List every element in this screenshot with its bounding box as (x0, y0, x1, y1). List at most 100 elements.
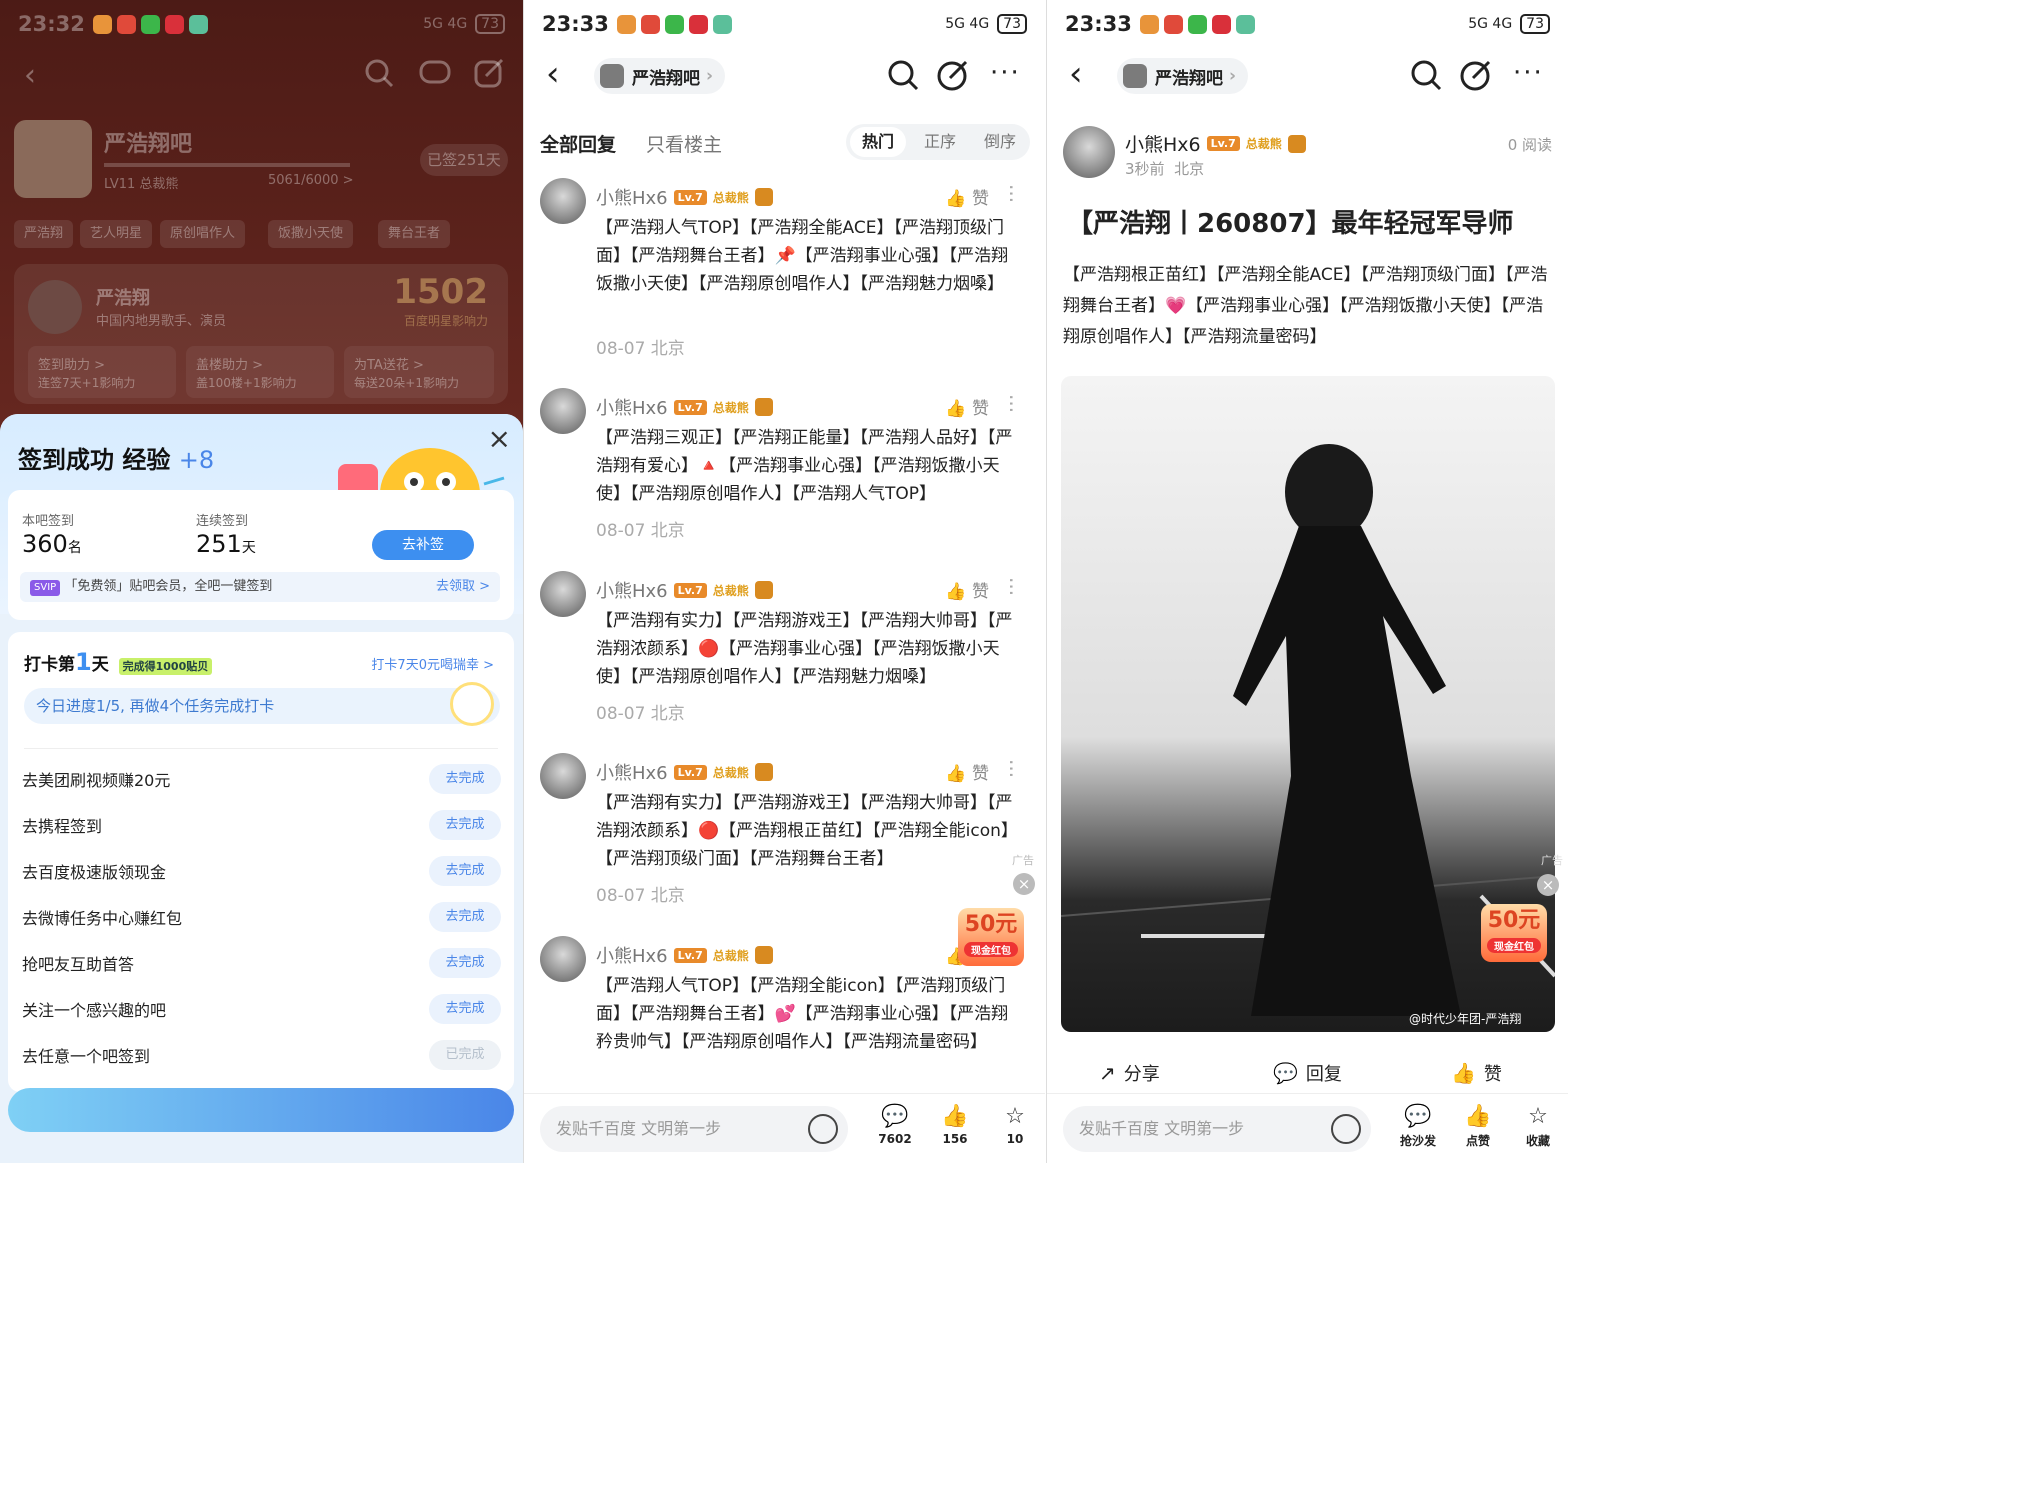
task-button[interactable]: 去完成 (429, 810, 501, 840)
avatar[interactable] (540, 178, 586, 224)
task-button[interactable]: 去完成 (429, 994, 501, 1024)
boost-flower[interactable]: 为TA送花 > 每送20朵+1影响力 (344, 346, 494, 398)
confirm-button[interactable] (8, 1088, 514, 1132)
task-button[interactable]: 去完成 (429, 856, 501, 886)
reply-text: 【严浩翔有实力】【严浩翔游戏王】【严浩翔大帅哥】【严浩翔浓颜系】🔴【严浩翔根正苗… (596, 793, 1018, 869)
task-button[interactable]: 去完成 (429, 902, 501, 932)
edit-icon[interactable] (936, 58, 970, 92)
level-badge: Lv.7 (673, 947, 707, 963)
task-row: 去美团刷视频赚20元 去完成 (22, 756, 501, 802)
like-button[interactable]: 👍 赞 (945, 759, 989, 784)
task-label: 去携程签到 (22, 817, 103, 836)
search-icon[interactable] (886, 58, 920, 92)
edit-icon[interactable] (1459, 58, 1493, 92)
task-button[interactable]: 去完成 (429, 948, 501, 978)
avatar[interactable] (540, 936, 586, 982)
reply-user: 小熊Hx6 Lv.7 总裁熊 (596, 394, 773, 420)
username[interactable]: 小熊Hx6 (596, 942, 668, 968)
tab-op-only[interactable]: 只看楼主 (646, 130, 722, 157)
sort-hot[interactable]: 热门 (850, 127, 906, 157)
forum-pill[interactable]: 严浩翔吧 › (1117, 58, 1249, 94)
edit-icon[interactable] (472, 56, 506, 90)
message-icon[interactable] (418, 56, 452, 90)
like-icon: 👍 (1451, 1061, 1476, 1085)
checkin-link[interactable]: 打卡7天0元喝瑞幸 > (371, 654, 494, 673)
like-button[interactable]: 👍 赞 (945, 184, 989, 209)
author-avatar[interactable] (1063, 126, 1115, 178)
rank-number: 360 (22, 530, 68, 558)
crown-icon (754, 946, 773, 964)
like-button[interactable]: 👍 点赞 (1455, 1102, 1501, 1149)
chip-5[interactable]: 舞台王者 (378, 220, 451, 248)
red-packet-ad[interactable]: 50元 现金红包 (958, 908, 1024, 966)
more-icon[interactable]: ··· (999, 394, 1023, 413)
sofa-button[interactable]: 💬 抢沙发 (1395, 1102, 1441, 1149)
comment-button[interactable]: 💬 7602 (872, 1102, 918, 1146)
share-button[interactable]: ↗ 分享 (1099, 1060, 1160, 1086)
like-button[interactable]: 👍 赞 (945, 577, 989, 602)
like-icon: 👍 (941, 1104, 969, 1129)
avatar[interactable] (540, 388, 586, 434)
back-icon[interactable]: ‹ (1069, 54, 1083, 94)
task-row: 关注一个感兴趣的吧 去完成 (22, 986, 501, 1032)
status-time: 23:33 (542, 12, 609, 36)
task-button[interactable]: 去完成 (429, 764, 501, 794)
reply-input[interactable]: 发贴千百度 文明第一步 (540, 1106, 848, 1152)
vip-link[interactable]: 去领取 > (436, 572, 490, 602)
more-icon[interactable]: ··· (999, 184, 1023, 203)
like-button[interactable]: 👍 赞 (1451, 1060, 1502, 1086)
tab-all-replies[interactable]: 全部回复 (540, 130, 616, 157)
streak-label: 连续签到 (196, 514, 249, 529)
red-packet-ad[interactable]: 50元 现金红包 (1481, 904, 1547, 962)
like-count: 156 (942, 1132, 968, 1146)
more-icon[interactable]: ··· (990, 58, 1021, 88)
close-ad-icon[interactable]: × (1013, 873, 1035, 895)
emoji-icon[interactable] (1331, 1114, 1361, 1144)
close-ad-icon[interactable]: × (1537, 874, 1559, 896)
avatar[interactable] (540, 753, 586, 799)
chip-4[interactable]: 饭撒小天使 (268, 220, 354, 248)
forum-pill[interactable]: 严浩翔吧 › (594, 58, 726, 94)
like-label: 赞 (972, 582, 989, 602)
username[interactable]: 小熊Hx6 (596, 184, 668, 210)
username[interactable]: 小熊Hx6 (596, 577, 668, 603)
author-line: 小熊Hx6 Lv.7 总裁熊 (1125, 130, 1306, 157)
makeup-button[interactable]: 去补签 (372, 530, 474, 560)
avatar[interactable] (540, 571, 586, 617)
reply-input[interactable]: 发贴千百度 文明第一步 (1063, 1106, 1371, 1152)
boost-floor[interactable]: 盖楼助力 > 盖100楼+1影响力 (186, 346, 334, 398)
back-icon[interactable]: ‹ (546, 54, 560, 94)
sort-asc[interactable]: 正序 (912, 127, 968, 157)
back-icon[interactable]: ‹ (24, 58, 36, 93)
forum-exp[interactable]: 5061/6000 > (268, 173, 354, 188)
more-icon[interactable]: ··· (999, 577, 1023, 596)
share-label: 分享 (1123, 1064, 1160, 1085)
task-row: 去百度极速版领现金 去完成 (22, 848, 501, 894)
reply-button[interactable]: 💬 回复 (1273, 1060, 1342, 1086)
search-icon[interactable] (362, 56, 396, 90)
like-button[interactable]: 👍 156 (932, 1102, 978, 1146)
chip-3[interactable]: 原创唱作人 (160, 220, 246, 248)
boost-signin[interactable]: 签到助力 > 连签7天+1影响力 (28, 346, 176, 398)
more-icon[interactable]: ··· (1513, 58, 1544, 88)
sort-desc[interactable]: 倒序 (972, 127, 1028, 157)
username[interactable]: 小熊Hx6 (596, 759, 668, 785)
author-name[interactable]: 小熊Hx6 (1125, 130, 1201, 157)
boost-title: 盖楼助力 > (196, 358, 264, 373)
chip-2[interactable]: 艺人明星 (80, 220, 153, 248)
emoji-icon[interactable] (808, 1114, 838, 1144)
app-icon (1235, 14, 1255, 34)
favorite-button[interactable]: ☆ 收藏 (1515, 1102, 1561, 1149)
sheet-title: 签到成功 经验 +8 (18, 440, 214, 475)
search-icon[interactable] (1409, 58, 1443, 92)
exp-gain: +8 (178, 446, 215, 474)
reply-bar: 发贴千百度 文明第一步 💬 抢沙发 👍 点赞 ☆ 收藏 (1047, 1093, 1568, 1163)
username[interactable]: 小熊Hx6 (596, 394, 668, 420)
like-button[interactable]: 👍 赞 (945, 394, 989, 419)
chip-1[interactable]: 严浩翔 (14, 220, 74, 248)
more-icon[interactable]: ··· (999, 759, 1023, 778)
favorite-button[interactable]: ☆ 10 (992, 1102, 1038, 1146)
stats-card: 本吧签到 360名 连续签到 251天 去补签 SVIP 「免费领」贴吧会员，全… (8, 490, 514, 620)
vip-banner[interactable]: SVIP 「免费领」贴吧会员，全吧一键签到 去领取 > (20, 572, 500, 602)
panel-post: 23:33 5G 4G 73 ‹ 严浩翔吧 › ··· 小熊Hx6 Lv.7 总裁熊… (1046, 0, 1568, 1163)
